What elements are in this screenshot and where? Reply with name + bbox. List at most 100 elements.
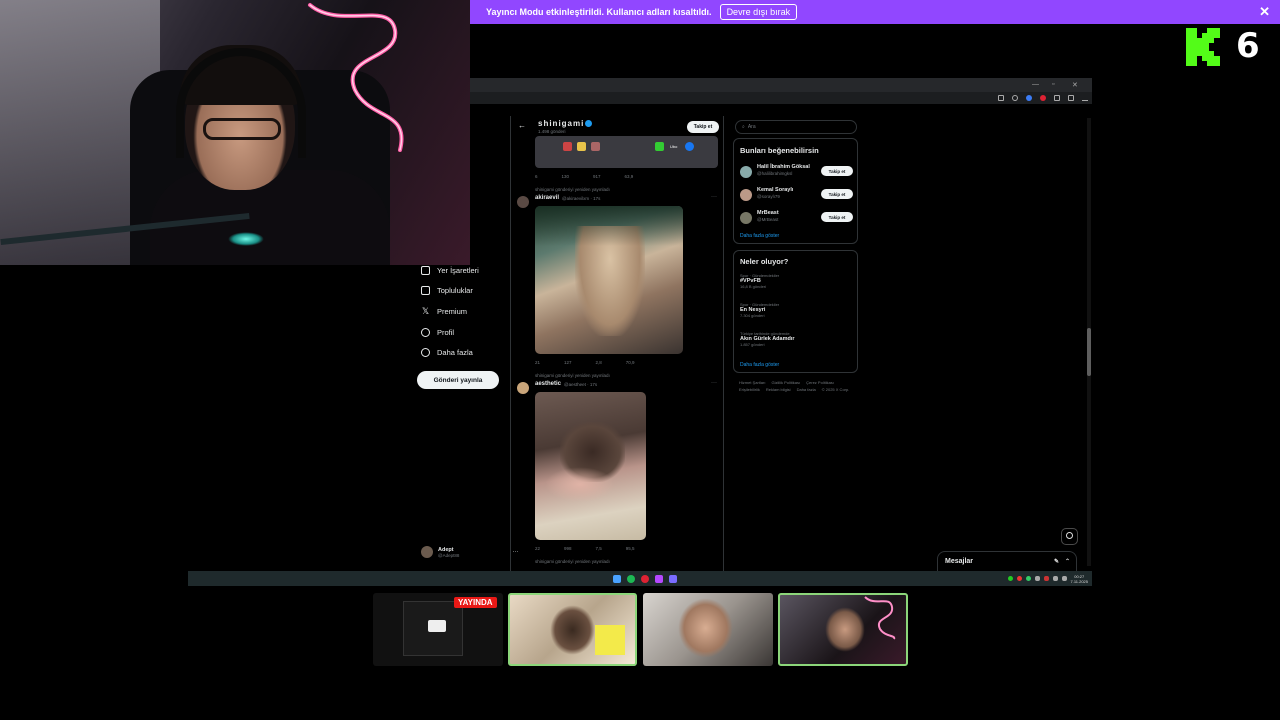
- menu-icon[interactable]: [1068, 95, 1074, 101]
- kick-logo-icon: [1186, 28, 1220, 66]
- extension-icon[interactable]: [998, 95, 1004, 101]
- guest-face: [825, 607, 865, 652]
- avatar[interactable]: [517, 196, 529, 208]
- extension-icon[interactable]: [1054, 95, 1060, 101]
- post-button[interactable]: Gönderi yayınla: [417, 371, 499, 389]
- who-to-follow-card: Bunları beğenebilirsin Halil İbrahim Gök…: [733, 138, 858, 244]
- download-icon[interactable]: [1082, 95, 1088, 101]
- trend-item[interactable]: Spor · Gündemdekiler En Nesyri 7.304 gön…: [740, 302, 779, 318]
- taskbar-apps: [613, 574, 677, 583]
- like-count[interactable]: 2,8: [596, 360, 602, 365]
- avatar: [421, 546, 433, 558]
- maximize-icon[interactable]: ▫: [1052, 81, 1054, 88]
- view-count[interactable]: 63,9: [625, 174, 634, 179]
- repost-count[interactable]: 127: [564, 360, 572, 365]
- suggestion-handle: @soraylı79: [757, 194, 780, 199]
- show-more-link[interactable]: Daha fazla göster: [740, 362, 779, 368]
- tray-icon[interactable]: [1025, 576, 1031, 581]
- back-arrow-icon[interactable]: ←: [518, 121, 526, 130]
- post-image[interactable]: [535, 392, 646, 540]
- start-icon[interactable]: [613, 574, 621, 583]
- spotify-icon[interactable]: [627, 574, 635, 583]
- follow-button[interactable]: Takip et: [821, 166, 853, 176]
- opera-icon[interactable]: [641, 574, 649, 583]
- taskbar-clock[interactable]: 00:27 7.11.2025: [1071, 574, 1089, 584]
- close-window-icon[interactable]: ✕: [1072, 81, 1078, 89]
- like-count[interactable]: 7,5: [596, 546, 602, 551]
- post-author-name[interactable]: aesthetic: [535, 381, 561, 387]
- footer-link[interactable]: Reklam bilgisi: [766, 387, 791, 392]
- search-input[interactable]: ⌕ Ara: [735, 120, 857, 134]
- trend-item[interactable]: Türkiye tarihinde gündemde Akın Gürlek A…: [740, 331, 795, 347]
- nav-communities[interactable]: Topluluklar: [421, 286, 479, 295]
- footer-link[interactable]: Çerez Politikası: [806, 380, 834, 385]
- banner-close-icon[interactable]: ✕: [1259, 4, 1270, 20]
- nav-profile[interactable]: Profil: [421, 328, 479, 337]
- nav-premium[interactable]: 𝕏 Premium: [421, 306, 479, 317]
- trend-item[interactable]: Spor · Gündemdekiler #VPvFB 16,8 B gönde…: [740, 273, 779, 289]
- follow-button[interactable]: Takip et: [821, 189, 853, 199]
- post-author-handle: @akiraevilxm · 17s: [562, 195, 601, 201]
- nav-bookmarks[interactable]: Yer İşaretleri: [421, 266, 479, 275]
- extension-icon[interactable]: [1026, 95, 1032, 101]
- suggestion-handle: @halilibrahimgksl: [757, 171, 793, 176]
- footer-link[interactable]: Gizlilik Politikası: [771, 380, 800, 385]
- bookmark-icon: [421, 266, 430, 275]
- more-dots-icon[interactable]: ···: [711, 194, 717, 200]
- verified-badge-icon: [585, 120, 592, 127]
- post-author-name[interactable]: akiraevil: [535, 195, 559, 201]
- network-icon[interactable]: [1052, 576, 1058, 581]
- tray-icon[interactable]: [1007, 576, 1013, 581]
- repost-count[interactable]: 130: [562, 174, 570, 179]
- app-icon[interactable]: [669, 574, 677, 583]
- guest-camera-thumbnail[interactable]: [643, 593, 773, 666]
- post-image[interactable]: [535, 206, 683, 354]
- follow-button[interactable]: Takip et: [687, 121, 719, 133]
- trends-title: Neler oluyor?: [740, 257, 789, 266]
- app-icon: [577, 142, 586, 151]
- suggestion-row[interactable]: MrBeast @MrBeast Takip et: [740, 210, 855, 226]
- view-count[interactable]: 95,5: [626, 546, 635, 551]
- reply-count[interactable]: 21: [535, 360, 540, 365]
- scrollbar-thumb[interactable]: [1087, 328, 1091, 376]
- tray-icon[interactable]: [1043, 576, 1049, 581]
- reply-count[interactable]: 22: [535, 546, 540, 551]
- footer-link[interactable]: Daha fazla: [797, 387, 816, 392]
- post-actions: 22 998 7,5 95,5: [535, 546, 635, 551]
- extension-icon[interactable]: [1040, 95, 1046, 101]
- glasses: [203, 118, 281, 140]
- account-switcher[interactable]: Adept @Adept88 ···: [421, 546, 518, 558]
- avatar[interactable]: [517, 382, 529, 394]
- footer-link[interactable]: Hizmet Şartları: [739, 380, 765, 385]
- repost-count[interactable]: 998: [564, 546, 572, 551]
- guest-camera-thumbnail[interactable]: [508, 593, 637, 666]
- follow-button[interactable]: Takip et: [821, 212, 853, 222]
- footer-link[interactable]: Erişilebilirlik: [739, 387, 760, 392]
- guest-object: [595, 625, 625, 655]
- nav-more[interactable]: Daha fazla: [421, 348, 479, 357]
- like-count[interactable]: 917: [593, 174, 601, 179]
- volume-icon[interactable]: [1061, 576, 1067, 581]
- chevron-up-icon[interactable]: ⌃: [1065, 558, 1070, 565]
- messages-drawer[interactable]: Mesajlar ✎ ⌃: [937, 551, 1077, 571]
- thumbnail-overlay: [428, 620, 446, 632]
- browser-toolbar: [470, 92, 1092, 104]
- minimize-icon[interactable]: —: [1032, 81, 1039, 88]
- reply-count[interactable]: 6: [535, 174, 538, 179]
- show-more-link[interactable]: Daha fazla göster: [740, 233, 779, 239]
- more-dots-icon[interactable]: ···: [711, 380, 717, 386]
- new-message-icon[interactable]: ✎: [1054, 558, 1059, 565]
- view-count[interactable]: 70,9: [626, 360, 635, 365]
- guest-face: [678, 598, 733, 658]
- suggestion-row[interactable]: Kemal Soraylı @soraylı79 Takip et: [740, 187, 855, 203]
- extension-icon[interactable]: [1012, 95, 1018, 101]
- tray-icon[interactable]: [1034, 576, 1040, 581]
- guest-camera-thumbnail[interactable]: [778, 593, 908, 666]
- account-handle: @Adept88: [438, 552, 460, 558]
- suggestion-row[interactable]: Halil İbrahim Göksal @halilibrahimgksl T…: [740, 164, 855, 180]
- tray-icon[interactable]: [1016, 576, 1022, 581]
- grok-button[interactable]: [1061, 528, 1078, 545]
- kick-overlay-count: 6: [1236, 26, 1260, 66]
- disable-streamer-mode-button[interactable]: Devre dışı bırak: [719, 4, 798, 20]
- twitch-icon[interactable]: [655, 574, 663, 583]
